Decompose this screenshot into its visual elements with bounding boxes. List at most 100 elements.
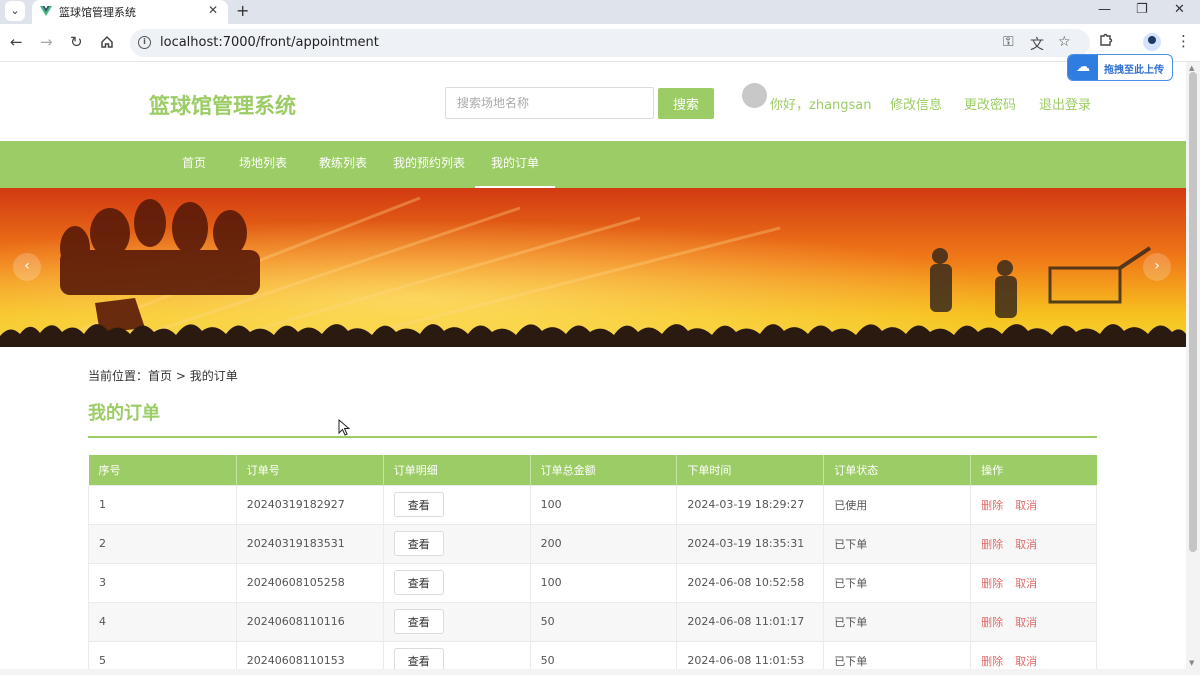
nav-my-orders[interactable]: 我的订单 — [475, 141, 555, 188]
table-row: 1 20240319182927 查看 100 2024-03-19 18:29… — [88, 484, 1097, 525]
nav-my-appointments[interactable]: 我的预约列表 — [386, 141, 472, 188]
site-header: 篮球馆管理系统 搜索 你好，zhangsan 修改信息 更改密码 退出登录 — [0, 62, 1186, 141]
view-details-button[interactable]: 查看 — [393, 492, 444, 517]
reload-icon[interactable]: ↻ — [70, 33, 83, 51]
profile-avatar-icon[interactable] — [1143, 33, 1161, 51]
tab-search-icon[interactable]: ⌄ — [5, 1, 25, 21]
horizontal-scrollbar[interactable] — [0, 669, 1200, 675]
view-details-button[interactable]: 查看 — [393, 570, 444, 595]
home-icon[interactable] — [100, 35, 114, 49]
view-details-button[interactable]: 查看 — [393, 648, 444, 669]
basketball-banner-image — [0, 188, 1186, 347]
browser-toolbar: ← → ↻ i localhost:7000/front/appointment… — [0, 24, 1200, 62]
vertical-scrollbar[interactable]: ▲ ▼ — [1186, 62, 1200, 669]
nav-coach-list[interactable]: 教练列表 — [306, 141, 380, 188]
forward-icon[interactable]: → — [40, 33, 53, 51]
cell-order-no: 20240608110116 — [235, 601, 384, 642]
address-bar[interactable]: i localhost:7000/front/appointment ⚿ 文 ☆ — [130, 29, 1090, 57]
col-header-no: 序号 — [88, 455, 237, 485]
venue-search-input[interactable] — [445, 87, 654, 119]
col-header-amount: 订单总金额 — [530, 455, 678, 485]
user-avatar[interactable] — [742, 83, 767, 108]
cell-status: 已下单 — [823, 640, 972, 669]
delete-link[interactable]: 删除 — [981, 499, 1003, 512]
scroll-down-icon[interactable]: ▼ — [1189, 659, 1194, 667]
url-text[interactable]: localhost:7000/front/appointment — [160, 35, 379, 50]
search-button[interactable]: 搜索 — [658, 88, 714, 119]
cancel-link[interactable]: 取消 — [1015, 655, 1037, 668]
mouse-cursor-icon — [338, 419, 350, 436]
carousel-prev-icon[interactable]: ‹ — [13, 253, 41, 281]
cell-actions: 删除 取消 — [970, 484, 1097, 525]
password-key-icon[interactable]: ⚿ — [1003, 34, 1014, 50]
table-header-row: 序号 订单号 订单明细 订单总金额 下单时间 订单状态 操作 — [88, 455, 1097, 485]
cancel-link[interactable]: 取消 — [1015, 538, 1037, 551]
cell-details: 查看 — [382, 562, 531, 603]
cell-order-no: 20240319182927 — [235, 484, 384, 525]
breadcrumb-home[interactable]: 首页 — [148, 369, 172, 383]
cell-amount: 100 — [529, 562, 678, 603]
back-icon[interactable]: ← — [10, 33, 23, 51]
scroll-up-icon[interactable]: ▲ — [1189, 64, 1194, 72]
window-close-icon[interactable]: ✕ — [1174, 2, 1185, 17]
view-details-button[interactable]: 查看 — [393, 531, 444, 556]
cancel-link[interactable]: 取消 — [1015, 577, 1037, 590]
hero-banner: ‹ › — [0, 188, 1186, 347]
cell-status: 已下单 — [823, 562, 972, 603]
cell-amount: 50 — [529, 640, 678, 669]
view-details-button[interactable]: 查看 — [393, 609, 444, 634]
table-row: 3 20240608105258 查看 100 2024-06-08 10:52… — [88, 562, 1097, 603]
logout-link[interactable]: 退出登录 — [1039, 94, 1091, 113]
change-password-link[interactable]: 更改密码 — [964, 94, 1016, 113]
breadcrumb-separator: > — [175, 369, 186, 383]
breadcrumb: 当前位置：首页 > 我的订单 — [88, 367, 238, 384]
new-tab-icon[interactable]: + — [236, 1, 249, 20]
minimize-icon[interactable]: — — [1098, 2, 1111, 17]
vue-logo-icon — [40, 6, 52, 16]
edit-profile-link[interactable]: 修改信息 — [890, 94, 942, 113]
translate-icon[interactable]: 文 — [1030, 34, 1044, 54]
table-row: 4 20240608110116 查看 50 2024-06-08 11:01:… — [88, 601, 1097, 642]
cloud-upload-icon: ☁ — [1068, 55, 1098, 80]
user-greeting: 你好，zhangsan — [770, 98, 872, 113]
carousel-next-icon[interactable]: › — [1143, 253, 1171, 281]
main-nav: 首页 场地列表 教练列表 我的预约列表 我的订单 — [0, 141, 1186, 188]
tab-close-icon[interactable]: ✕ — [208, 3, 218, 17]
breadcrumb-current: 我的订单 — [189, 369, 238, 383]
extensions-puzzle-icon[interactable] — [1099, 32, 1114, 47]
col-header-status: 订单状态 — [823, 455, 972, 485]
nav-venue-list[interactable]: 场地列表 — [226, 141, 300, 188]
delete-link[interactable]: 删除 — [981, 616, 1003, 629]
cancel-link[interactable]: 取消 — [1015, 616, 1037, 629]
delete-link[interactable]: 删除 — [981, 655, 1003, 668]
upload-label: 拖拽至此上传 — [1104, 65, 1164, 76]
cancel-link[interactable]: 取消 — [1015, 499, 1037, 512]
cell-time: 2024-03-19 18:35:31 — [676, 523, 825, 564]
col-header-time: 下单时间 — [676, 455, 825, 485]
nav-home[interactable]: 首页 — [166, 141, 222, 188]
delete-link[interactable]: 删除 — [981, 577, 1003, 590]
delete-link[interactable]: 删除 — [981, 538, 1003, 551]
tab-title: 篮球馆管理系统 — [59, 6, 136, 19]
title-divider — [88, 436, 1097, 438]
browser-tab[interactable]: 篮球馆管理系统 ✕ — [32, 0, 228, 24]
drag-upload-widget[interactable]: ☁ 拖拽至此上传 — [1067, 54, 1173, 81]
scrollbar-thumb[interactable] — [1189, 72, 1197, 552]
cell-no: 4 — [88, 601, 237, 642]
site-info-icon[interactable]: i — [138, 36, 151, 49]
browser-menu-icon[interactable]: ⋮ — [1176, 32, 1191, 50]
restore-icon[interactable]: ❐ — [1136, 2, 1148, 17]
cell-no: 2 — [88, 523, 237, 564]
table-row: 5 20240608110153 查看 50 2024-06-08 11:01:… — [88, 640, 1097, 669]
page-title: 我的订单 — [88, 403, 160, 424]
cell-time: 2024-06-08 11:01:17 — [676, 601, 825, 642]
browser-tab-strip: ⌄ 篮球馆管理系统 ✕ + — ❐ ✕ — [0, 0, 1200, 24]
bookmark-star-icon[interactable]: ☆ — [1058, 34, 1071, 50]
col-header-order-no: 订单号 — [236, 455, 384, 485]
table-row: 2 20240319183531 查看 200 2024-03-19 18:35… — [88, 523, 1097, 564]
cell-details: 查看 — [382, 523, 531, 564]
cell-actions: 删除 取消 — [970, 523, 1097, 564]
cell-order-no: 20240608105258 — [235, 562, 384, 603]
site-title: 篮球馆管理系统 — [149, 94, 296, 118]
page-viewport: 篮球馆管理系统 搜索 你好，zhangsan 修改信息 更改密码 退出登录 首页… — [0, 62, 1186, 669]
